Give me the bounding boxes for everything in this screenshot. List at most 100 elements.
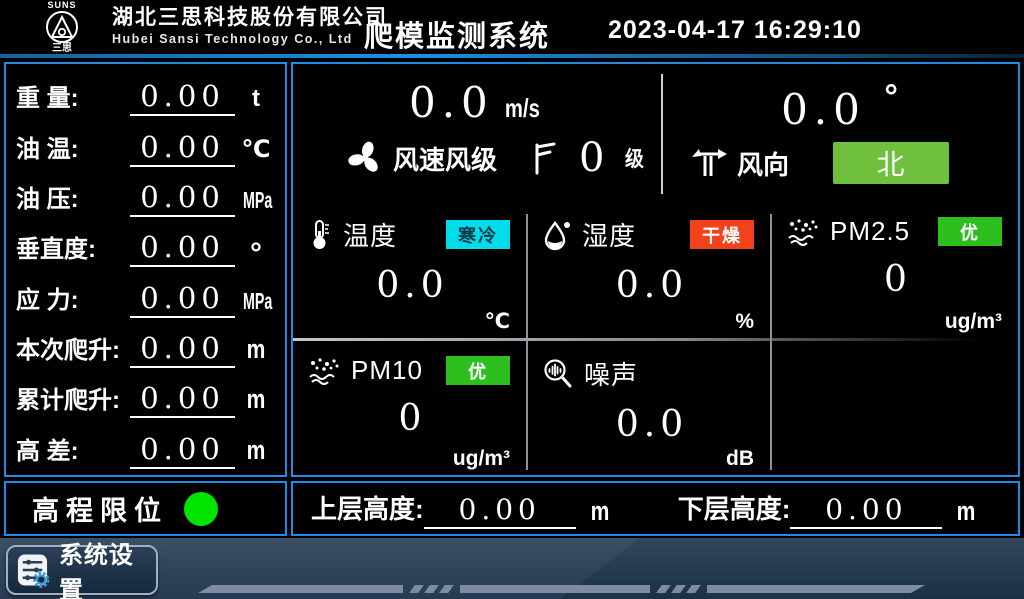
fan-icon: [345, 138, 385, 178]
upper-height-field: 上层高度: 0.00 m: [311, 489, 612, 529]
page-title: 爬模监测系统: [352, 13, 562, 55]
sensor-value: 0: [307, 398, 518, 439]
dust-icon: [786, 217, 820, 247]
header: SUNS 三思 湖北三思科技股份有限公司 Hubei Sansi Technol…: [0, 0, 1024, 54]
field-unit: ℃: [235, 135, 277, 167]
upper-height-unit: m: [590, 496, 609, 529]
status-badge: 干燥: [690, 220, 754, 249]
company-name-en: Hubei Sansi Technology Co., Ltd: [112, 31, 388, 48]
sensor-grid: 温度 寒冷 0.0 ℃ 湿度 干燥 0.0 %: [293, 204, 1018, 475]
upper-height-label: 上层高度:: [311, 489, 424, 529]
company-name: 湖北三思科技股份有限公司 Hubei Sansi Technology Co.,…: [112, 5, 388, 48]
sensor-label: 噪声: [584, 355, 638, 392]
sensor-value: 0.0: [307, 265, 518, 306]
sensor-cell-pm10: PM10 优 0 ug/m³: [293, 343, 526, 475]
field-value: 0.00: [130, 381, 235, 418]
field-current-climb: 本次爬升: 0.00 m: [16, 322, 277, 368]
system-settings-button[interactable]: 系统设置: [6, 545, 158, 595]
thermometer-icon: [307, 219, 333, 251]
field-value: 0.00: [130, 230, 235, 267]
sensor-value: 0.0: [542, 265, 762, 306]
sensor-unit: ℃: [485, 309, 510, 334]
field-label: 油 温:: [16, 129, 130, 167]
dust-icon: [307, 356, 341, 386]
field-label: 垂直度:: [16, 229, 130, 267]
wind-direction-value: 0.0: [781, 85, 866, 134]
wind-speed-value: 0.0: [409, 78, 494, 127]
footer-decorative-stripe: [198, 585, 925, 593]
status-badge: 优: [938, 217, 1002, 246]
grid-divider-horizontal: [293, 338, 999, 341]
logo-text-top: SUNS: [24, 1, 100, 10]
status-badge: 寒冷: [446, 220, 510, 249]
droplet-icon: [542, 219, 572, 251]
wind-direction-value-row: 0.0 °: [661, 78, 1018, 134]
wind-direction-block: 0.0 ° 风向 北: [661, 64, 1018, 204]
settings-sliders-gear-icon: [16, 551, 51, 589]
field-label: 高 差:: [16, 431, 130, 469]
field-unit: m: [240, 334, 273, 368]
wind-level-flag-icon: [531, 140, 557, 176]
field-value: 0.00: [130, 331, 235, 368]
datetime-display: 2023-04-17 16:29:10: [608, 16, 868, 45]
company-name-cn: 湖北三思科技股份有限公司: [112, 5, 388, 31]
wind-speed-block: 0.0 m/s 风速风级: [293, 64, 661, 204]
lower-height-value: 0.00: [790, 493, 942, 529]
field-unit: MPa: [243, 288, 269, 318]
field-oil-temp: 油 温: 0.00 ℃: [16, 121, 277, 167]
sensor-unit: ug/m³: [453, 447, 510, 471]
wind-speed-unit: m/s: [505, 93, 540, 124]
wind-direction-reading: 北: [833, 142, 949, 184]
field-height-diff: 高 差: 0.00 m: [16, 423, 277, 469]
field-verticality: 垂直度: 0.00 °: [16, 221, 277, 267]
layer-heights-panel: 上层高度: 0.00 m 下层高度: 0.00 m: [291, 481, 1020, 536]
field-label: 本次爬升:: [16, 330, 130, 368]
footer-bar: 系统设置: [0, 538, 1024, 599]
wind-section-divider: [661, 74, 663, 194]
sensor-cell-pm25: PM2.5 优 0 ug/m³: [772, 204, 1018, 338]
logo-text-bottom: 三思: [24, 44, 100, 54]
field-label: 油 压:: [16, 179, 130, 217]
field-unit: m: [240, 384, 273, 418]
sensor-label: PM10: [351, 355, 423, 386]
sensor-label: PM2.5: [830, 216, 910, 247]
sensor-value: 0: [786, 259, 1010, 300]
measurements-panel: 重 量: 0.00 t 油 温: 0.00 ℃ 油 压: 0.00 MPa 垂直…: [4, 62, 287, 477]
field-unit: m: [240, 435, 273, 469]
wind-speed-label: 风速风级: [393, 140, 497, 177]
sensor-cell-noise: 噪声 0.0 dB: [528, 343, 770, 475]
field-value: 0.00: [130, 180, 235, 217]
elevation-limit-label: 高程限位: [32, 489, 168, 528]
settings-button-label: 系统设置: [59, 535, 156, 599]
wind-section: 0.0 m/s 风速风级: [293, 64, 1018, 204]
field-label: 应 力:: [16, 280, 130, 318]
field-oil-pressure: 油 压: 0.00 MPa: [16, 171, 277, 217]
field-unit: t: [235, 85, 277, 116]
field-label: 重 量:: [16, 78, 130, 116]
sensor-label: 温度: [343, 216, 397, 253]
elevation-limit-panel: 高程限位: [4, 481, 287, 536]
elevation-limit-status-light: [184, 492, 218, 526]
wind-direction-row: 风向 北: [661, 142, 1018, 184]
wind-direction-unit: °: [884, 78, 898, 116]
sansi-logo-icon: [24, 10, 100, 44]
field-stress: 应 力: 0.00 MPa: [16, 272, 277, 318]
lower-height-label: 下层高度:: [678, 489, 791, 529]
wind-vane-icon: [689, 145, 729, 181]
upper-height-value: 0.00: [424, 493, 576, 529]
wind-level-row: 风速风级 0 级: [293, 135, 661, 181]
field-total-climb: 累计爬升: 0.00 m: [16, 372, 277, 418]
field-unit: °: [235, 244, 277, 267]
sensor-cell-temperature: 温度 寒冷 0.0 ℃: [293, 204, 526, 338]
field-value: 0.00: [130, 432, 235, 469]
field-value: 0.00: [130, 130, 235, 167]
field-value: 0.00: [130, 79, 235, 116]
sensor-unit: dB: [726, 447, 754, 471]
company-logo: SUNS 三思: [24, 1, 100, 53]
field-weight: 重 量: 0.00 t: [16, 70, 277, 116]
lower-height-unit: m: [957, 496, 976, 529]
header-divider: [0, 54, 1024, 58]
wind-speed-value-row: 0.0 m/s: [293, 78, 661, 127]
noise-meter-icon: [542, 358, 574, 390]
status-badge: 优: [446, 356, 510, 385]
